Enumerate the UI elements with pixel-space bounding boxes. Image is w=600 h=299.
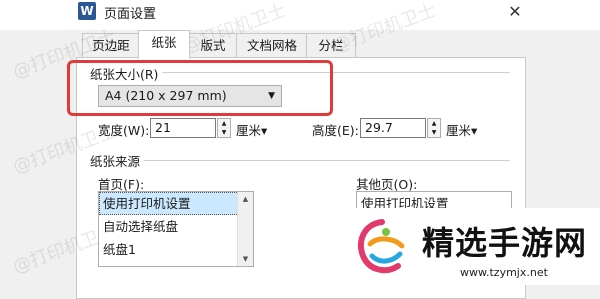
width-input[interactable]: 21 xyxy=(150,118,216,138)
close-button[interactable]: ✕ xyxy=(500,0,530,24)
height-label: 高度(E): xyxy=(312,123,359,138)
height-spinner[interactable]: ▲ ▼ xyxy=(427,118,441,138)
brand-logo-icon xyxy=(357,219,405,274)
title-bar: W 页面设置 ✕ xyxy=(0,0,600,30)
height-input[interactable]: 29.7 xyxy=(360,118,426,138)
list-item[interactable]: 纸盘1 xyxy=(99,238,253,261)
width-label: 宽度(W): xyxy=(98,123,150,138)
tab-document-grid[interactable]: 文档网格 xyxy=(236,33,308,58)
brand-name: 精选手游网 xyxy=(422,224,588,262)
width-unit-dropdown[interactable]: 厘米▾ xyxy=(236,120,267,139)
window-title: 页面设置 xyxy=(104,7,157,22)
spin-down-icon[interactable]: ▼ xyxy=(218,128,230,137)
scroll-down-icon[interactable]: ▼ xyxy=(238,252,253,266)
first-page-list[interactable]: 使用打印机设置 自动选择纸盘 纸盘1 ▲ ▼ xyxy=(98,191,254,267)
brand-badge: 精选手游网 www.tzymjx.net xyxy=(340,208,600,285)
list-item[interactable]: 使用打印机设置 xyxy=(99,192,253,215)
word-app-icon: W xyxy=(78,2,96,20)
list-item[interactable]: 自动选择纸盘 xyxy=(99,215,253,238)
spin-down-icon[interactable]: ▼ xyxy=(428,128,440,137)
scroll-up-icon[interactable]: ▲ xyxy=(238,192,253,206)
brand-url: www.tzymjx.net xyxy=(460,266,548,279)
width-spinner[interactable]: ▲ ▼ xyxy=(217,118,231,138)
tab-paper[interactable]: 纸张 xyxy=(138,30,190,59)
height-unit-dropdown[interactable]: 厘米▾ xyxy=(446,120,477,139)
section-divider xyxy=(90,160,510,161)
highlight-box xyxy=(67,60,333,116)
paper-source-label: 纸张来源 xyxy=(90,151,145,170)
spin-up-icon[interactable]: ▲ xyxy=(428,119,440,128)
scrollbar[interactable]: ▲ ▼ xyxy=(237,192,253,266)
spin-up-icon[interactable]: ▲ xyxy=(218,119,230,128)
